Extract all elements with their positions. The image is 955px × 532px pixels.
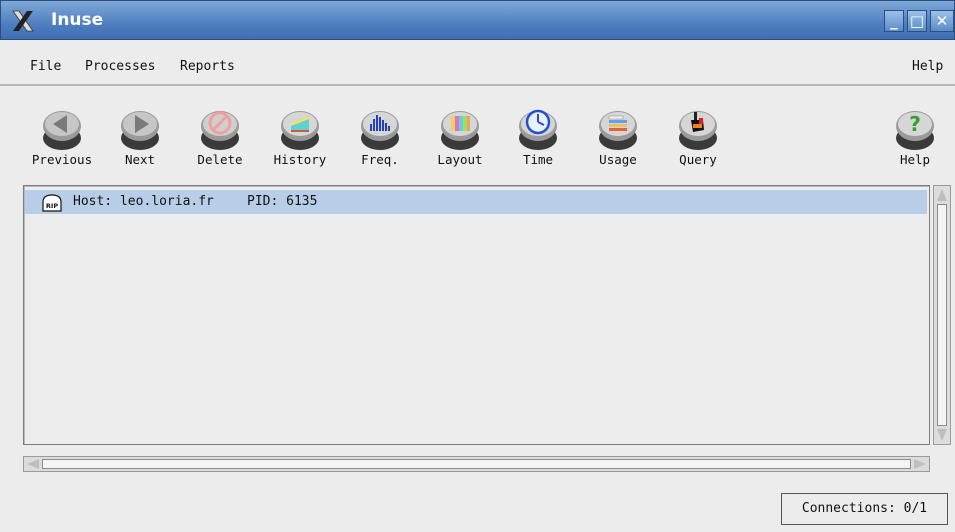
menu-reports-label: Reports bbox=[180, 59, 235, 74]
menu-help[interactable]: Help bbox=[912, 59, 943, 74]
time-label: Time bbox=[522, 152, 554, 167]
clock-icon bbox=[519, 109, 557, 150]
previous-arrow-icon bbox=[43, 111, 81, 150]
help-label: Help bbox=[899, 152, 931, 167]
horizontal-scroll-thumb[interactable] bbox=[42, 459, 911, 469]
delete-forbidden-icon bbox=[201, 111, 239, 150]
rip-icon-text: RIP bbox=[46, 202, 58, 210]
close-button[interactable]: ✕ bbox=[930, 10, 954, 32]
host-value: Host: leo.loria.fr bbox=[73, 194, 214, 209]
menu-processes[interactable]: Processes bbox=[85, 59, 155, 74]
minimize-button[interactable]: _ bbox=[884, 10, 904, 32]
freq-button[interactable]: Freq. bbox=[345, 102, 415, 174]
menu-file[interactable]: File bbox=[30, 59, 61, 74]
scroll-left-arrow-icon[interactable] bbox=[27, 459, 39, 469]
connections-label: Connections: 0/1 bbox=[801, 501, 928, 516]
query-label: Query bbox=[679, 152, 717, 167]
connections-status: Connections: 0/1 bbox=[781, 493, 948, 525]
help-question-icon: ? bbox=[896, 111, 934, 150]
svg-text:?: ? bbox=[909, 112, 921, 136]
horizontal-scrollbar[interactable] bbox=[23, 456, 930, 472]
scroll-right-arrow-icon[interactable] bbox=[914, 459, 926, 469]
list-item[interactable]: RIP Host: leo.loria.fr PID: 6135 bbox=[25, 190, 927, 214]
scroll-up-arrow-icon[interactable] bbox=[937, 189, 947, 201]
menu-file-label: File bbox=[30, 59, 62, 74]
frequency-bars-icon bbox=[361, 111, 399, 150]
menu-help-label: Help bbox=[912, 59, 944, 74]
scroll-down-arrow-icon[interactable] bbox=[937, 429, 947, 441]
maximize-button[interactable]: □ bbox=[907, 10, 927, 32]
next-label: Next bbox=[124, 152, 156, 167]
history-label: History bbox=[273, 152, 327, 167]
minimize-icon: _ bbox=[890, 12, 898, 30]
previous-button[interactable]: Previous bbox=[27, 102, 97, 174]
history-chart-icon bbox=[281, 111, 319, 150]
previous-label: Previous bbox=[31, 152, 93, 167]
usage-label: Usage bbox=[599, 152, 637, 167]
process-list[interactable]: RIP Host: leo.loria.fr PID: 6135 bbox=[23, 185, 930, 445]
time-button[interactable]: Time bbox=[503, 102, 573, 174]
layout-color-bars-icon bbox=[441, 111, 479, 150]
usage-button[interactable]: Usage bbox=[583, 102, 653, 174]
rip-tombstone-icon: RIP bbox=[42, 194, 62, 212]
menu-bar: File Processes Reports Help bbox=[0, 40, 955, 86]
title-bar: Inuse _ □ ✕ bbox=[0, 0, 955, 40]
delete-label: Delete bbox=[197, 152, 243, 167]
close-icon: ✕ bbox=[935, 12, 949, 30]
query-pointing-hand-icon bbox=[679, 111, 717, 150]
next-button[interactable]: Next bbox=[105, 102, 175, 174]
next-arrow-icon bbox=[121, 111, 159, 150]
vertical-scroll-thumb[interactable] bbox=[937, 204, 947, 426]
layout-button[interactable]: Layout bbox=[425, 102, 495, 174]
menu-processes-label: Processes bbox=[85, 59, 156, 74]
layout-label: Layout bbox=[437, 152, 483, 167]
help-button[interactable]: ? Help bbox=[880, 102, 950, 174]
freq-label: Freq. bbox=[361, 152, 399, 167]
query-button[interactable]: Query bbox=[663, 102, 733, 174]
vertical-scrollbar[interactable] bbox=[933, 185, 951, 445]
menu-reports[interactable]: Reports bbox=[180, 59, 235, 74]
delete-button[interactable]: Delete bbox=[185, 102, 255, 174]
window-title: Inuse bbox=[51, 10, 104, 30]
usage-stack-icon bbox=[599, 111, 637, 150]
toolbar: Previous Next Delete History Freq. Layou… bbox=[0, 88, 955, 180]
history-button[interactable]: History bbox=[265, 102, 335, 174]
x-app-icon bbox=[12, 10, 34, 32]
pid-value: PID: 6135 bbox=[247, 194, 318, 209]
maximize-icon: □ bbox=[909, 12, 925, 30]
